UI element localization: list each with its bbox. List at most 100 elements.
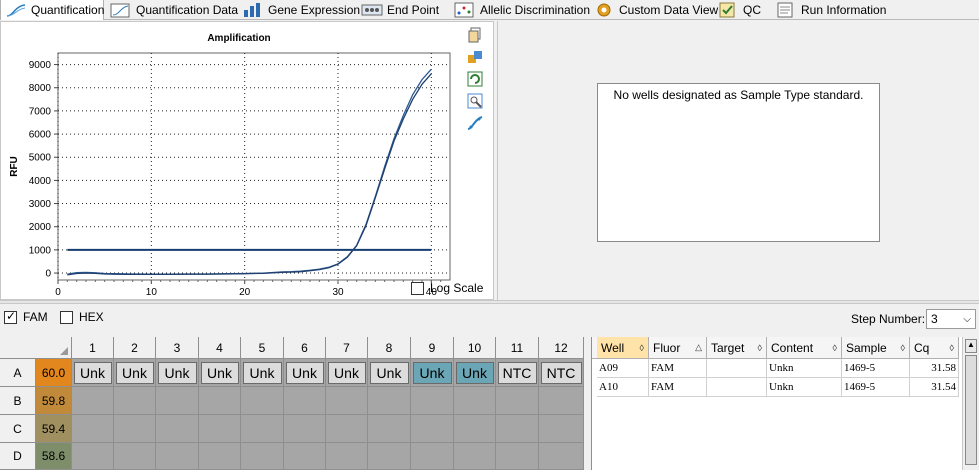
sort-icon[interactable]: ◊ <box>640 343 644 353</box>
table-cell[interactable]: Unkn <box>767 378 842 397</box>
plate-well[interactable] <box>539 415 584 443</box>
plate-well[interactable] <box>114 387 156 415</box>
plate-well[interactable] <box>284 415 326 443</box>
sort-icon[interactable]: ◊ <box>950 343 954 353</box>
plate-well[interactable] <box>284 387 326 415</box>
plate-well[interactable] <box>326 443 368 470</box>
zoom-icon[interactable] <box>467 93 483 109</box>
column-header-fluor[interactable]: Fluor △ <box>649 337 707 359</box>
log-scale-toggle[interactable]: Log Scale <box>411 281 483 295</box>
column-header-target[interactable]: Target ◊ <box>707 337 767 359</box>
table-cell[interactable]: A09 <box>597 359 649 378</box>
sort-icon[interactable]: △ <box>695 342 702 353</box>
sort-icon[interactable]: ◊ <box>758 343 762 353</box>
plate-corner[interactable] <box>0 337 72 359</box>
table-cell[interactable]: A10 <box>597 378 649 397</box>
plate-column-header[interactable]: 3 <box>156 337 199 359</box>
plate-well[interactable]: Unk <box>368 359 411 387</box>
plate-well[interactable] <box>539 387 584 415</box>
tab-quantification-data[interactable]: Quantification Data <box>106 0 238 20</box>
plate-well[interactable] <box>368 443 411 470</box>
plate-well[interactable] <box>454 443 496 470</box>
plate-column-header[interactable]: 2 <box>114 337 156 359</box>
plate-column-header[interactable]: 8 <box>368 337 411 359</box>
plate-well[interactable]: Unk <box>199 359 241 387</box>
plate-well[interactable] <box>156 443 199 470</box>
fam-checkbox[interactable] <box>4 309 17 324</box>
plate-well[interactable]: Unk <box>241 359 284 387</box>
tab-allelic-discrimination[interactable]: Allelic Discrimination <box>450 0 590 20</box>
plate-well[interactable] <box>496 415 539 443</box>
sort-icon[interactable]: ◊ <box>833 343 837 353</box>
plate-well[interactable] <box>72 387 114 415</box>
amplification-chart[interactable]: 0 10 20 30 400100020003000400050006000700080… <box>1 22 495 315</box>
table-cell[interactable]: 1469-5 <box>842 378 910 397</box>
plate-row-header[interactable]: C <box>0 415 36 443</box>
plate-well[interactable] <box>241 387 284 415</box>
plate-column-header[interactable]: 4 <box>199 337 241 359</box>
plate-column-header[interactable]: 10 <box>454 337 496 359</box>
plate-row-header[interactable]: A <box>0 359 36 387</box>
table-scrollbar[interactable]: ▲ <box>962 337 979 470</box>
column-header-well[interactable]: Well ◊ <box>597 337 649 359</box>
plate-well[interactable] <box>199 443 241 470</box>
tab-end-point[interactable]: End Point <box>357 0 448 20</box>
column-header-cq[interactable]: Cq ◊ <box>910 337 959 359</box>
fluor-fam-toggle[interactable]: FAM <box>4 309 48 324</box>
plate-well[interactable]: Unk <box>326 359 368 387</box>
plate-well[interactable] <box>199 415 241 443</box>
table-cell[interactable] <box>707 378 767 397</box>
plate-well[interactable]: Unk <box>156 359 199 387</box>
plate-well[interactable]: Unk <box>454 359 496 387</box>
plate-well[interactable] <box>454 415 496 443</box>
plate-well[interactable] <box>411 443 454 470</box>
plate-well[interactable] <box>156 415 199 443</box>
plate-well[interactable]: Unk <box>114 359 156 387</box>
log-scale-checkbox[interactable] <box>411 281 424 295</box>
step-number-select[interactable]: 3 ⌵ <box>926 309 976 329</box>
plate-well[interactable] <box>199 387 241 415</box>
refresh-icon[interactable] <box>467 71 483 87</box>
copy-icon[interactable] <box>467 27 483 43</box>
export-image-icon[interactable] <box>467 49 483 65</box>
plate-column-header[interactable]: 12 <box>539 337 584 359</box>
plate-row-header[interactable]: D <box>0 443 36 470</box>
curve-style-icon[interactable] <box>467 115 483 131</box>
tab-custom-data-view[interactable]: Custom Data View <box>589 0 718 20</box>
plate-column-header[interactable]: 1 <box>72 337 114 359</box>
scroll-up-icon[interactable]: ▲ <box>965 339 977 353</box>
plate-well[interactable] <box>284 443 326 470</box>
plate-well[interactable]: Unk <box>411 359 454 387</box>
fluor-hex-toggle[interactable]: HEX <box>60 310 104 324</box>
plate-column-header[interactable]: 7 <box>326 337 368 359</box>
plate-well[interactable] <box>368 387 411 415</box>
plate-well[interactable]: NTC <box>539 359 584 387</box>
plate-well[interactable] <box>411 415 454 443</box>
sort-icon[interactable]: ◊ <box>901 343 905 353</box>
plate-well[interactable] <box>114 415 156 443</box>
table-cell[interactable]: FAM <box>649 359 707 378</box>
horizontal-splitter[interactable] <box>0 300 979 304</box>
plate-well[interactable] <box>326 387 368 415</box>
plate-well[interactable] <box>326 415 368 443</box>
plate-well[interactable]: NTC <box>496 359 539 387</box>
plate-well[interactable] <box>411 387 454 415</box>
tab-gene-expression[interactable]: Gene Expression <box>238 0 360 20</box>
plate-column-header[interactable]: 9 <box>411 337 454 359</box>
scrollbar-thumb[interactable] <box>965 355 977 465</box>
plate-well[interactable] <box>241 443 284 470</box>
plate-column-header[interactable]: 5 <box>241 337 284 359</box>
plate-well[interactable]: Unk <box>284 359 326 387</box>
table-cell[interactable] <box>707 359 767 378</box>
plate-well[interactable] <box>241 415 284 443</box>
table-cell[interactable]: 1469-5 <box>842 359 910 378</box>
plate-well[interactable] <box>72 443 114 470</box>
table-cell[interactable]: FAM <box>649 378 707 397</box>
plate-well[interactable] <box>72 415 114 443</box>
plate-well[interactable] <box>114 443 156 470</box>
plate-well[interactable] <box>496 387 539 415</box>
table-cell[interactable]: 31.54 <box>910 378 959 397</box>
plate-well[interactable] <box>156 387 199 415</box>
column-header-content[interactable]: Content ◊ <box>767 337 842 359</box>
plate-well[interactable] <box>539 443 584 470</box>
